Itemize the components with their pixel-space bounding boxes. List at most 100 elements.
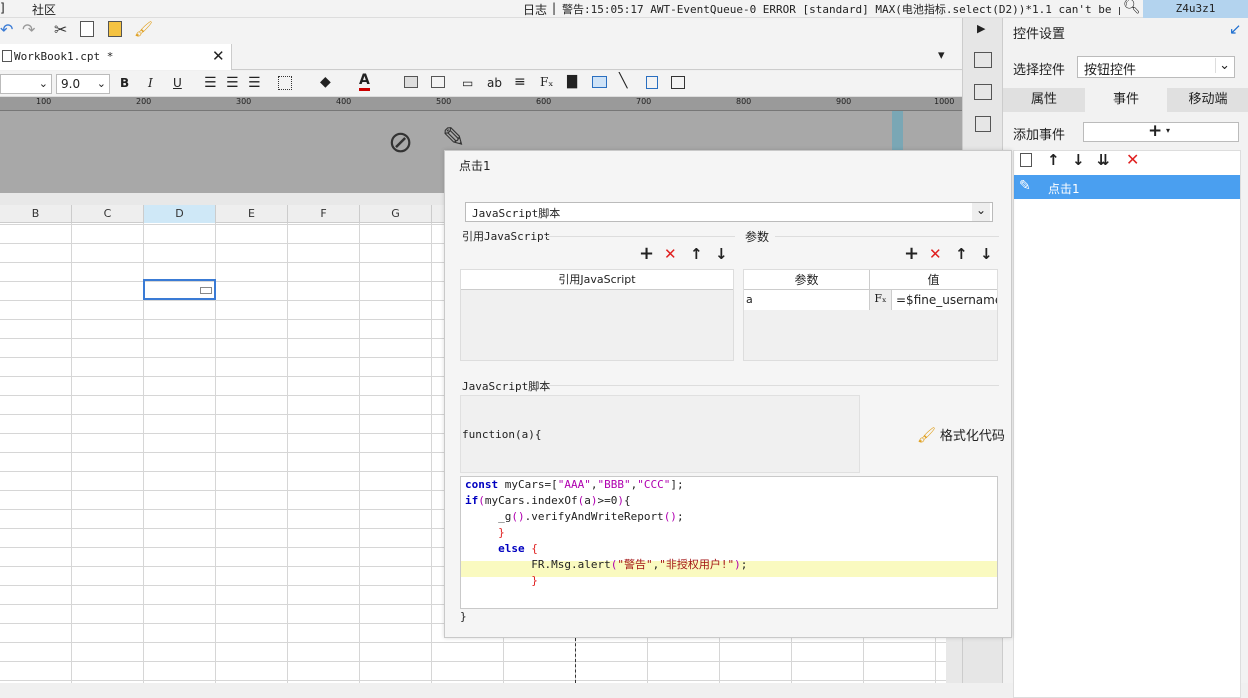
font-size-select[interactable]: 9.0 ⌄	[56, 74, 110, 94]
merge-cell-icon[interactable]	[404, 76, 418, 88]
ref-down-icon[interactable]: ↓	[715, 245, 728, 263]
slash-icon[interactable]: ╲	[619, 73, 627, 89]
function-signature-area: function(a){	[460, 395, 860, 473]
column-header[interactable]: G	[360, 205, 432, 223]
param-up-icon[interactable]: ↑	[955, 245, 968, 263]
eye-off-icon[interactable]: ⊘	[388, 125, 413, 160]
move-up-icon[interactable]: ↑	[1047, 151, 1060, 169]
menu-fragment[interactable]: ]	[0, 1, 5, 15]
function-closing: }	[460, 610, 467, 623]
column-header[interactable]: C	[72, 205, 144, 223]
widget-icon[interactable]	[646, 76, 658, 89]
dialog-title: 点击1	[459, 159, 491, 173]
param-name-header: 参数	[744, 270, 870, 290]
font-family-select[interactable]: ⌄	[0, 74, 52, 94]
delete-event-icon[interactable]: ✕	[1126, 150, 1139, 169]
event-type-select[interactable]: JavaScript脚本 ⌄	[465, 202, 993, 222]
cell-attr-icon[interactable]	[974, 52, 992, 68]
ruler-tick: 200	[136, 97, 152, 106]
text-icon[interactable]: ab	[487, 76, 502, 90]
cut-icon[interactable]: ✂	[54, 20, 67, 39]
column-header[interactable]: B	[0, 205, 72, 223]
align-left-icon[interactable]: ☰	[204, 75, 217, 91]
insert-row-icon[interactable]: ▭	[462, 76, 473, 90]
warning-message[interactable]: 警告:15:05:17 AWT-EventQueue-0 ERROR [stan…	[562, 1, 1120, 17]
code-line: }	[531, 574, 538, 587]
wrap-icon[interactable]: ≡	[514, 74, 526, 90]
format-code-label: 格式化代码	[939, 429, 1005, 444]
widget-type-select[interactable]: 按钮控件 ⌄	[1077, 56, 1235, 78]
chart-icon[interactable]: ▇	[567, 74, 577, 89]
underline-icon[interactable]: U	[173, 76, 182, 90]
formula-editor-icon[interactable]: Fₓ	[870, 290, 892, 310]
plus-icon: +	[1148, 121, 1163, 141]
formula-icon[interactable]: Fₓ	[540, 75, 553, 89]
undo-icon[interactable]: ↶	[0, 20, 13, 39]
ref-js-table: 引用JavaScript	[460, 269, 734, 361]
pin-icon[interactable]: ↙	[1229, 20, 1242, 38]
tab-menu-icon[interactable]: ▾	[938, 48, 945, 63]
move-down-icon[interactable]: ↓	[1072, 151, 1085, 169]
redo-icon[interactable]: ↷	[22, 20, 35, 39]
selected-cell[interactable]	[143, 279, 216, 300]
select-widget-label: 选择控件	[1013, 63, 1066, 78]
edit-event-icon: ✎	[1019, 178, 1031, 194]
user-badge[interactable]: Z4u3z1	[1143, 0, 1248, 18]
code-line: else {	[498, 542, 538, 555]
widget-attr-icon[interactable]	[974, 84, 992, 100]
sort-icon[interactable]: ⇊	[1097, 151, 1110, 169]
script-label: JavaScript脚本	[462, 380, 551, 393]
event-item-click1[interactable]: ✎ 点击1	[1014, 175, 1240, 199]
ref-up-icon[interactable]: ↑	[690, 245, 703, 263]
event-type-value: JavaScript脚本	[472, 207, 561, 220]
main-toolbar: ↶ ↷ ✂ 🖌︎	[0, 18, 962, 44]
paste-icon[interactable]	[108, 21, 122, 37]
font-size-value: 9.0	[61, 77, 81, 91]
border-icon[interactable]	[278, 76, 292, 90]
align-right-icon[interactable]: ☰	[248, 75, 261, 91]
add-ref-icon[interactable]: +	[639, 243, 654, 264]
add-param-icon[interactable]: +	[904, 243, 919, 264]
code-line: const myCars=["AAA","BBB","CCC"];	[465, 478, 684, 491]
add-event-button[interactable]: + ▾	[1083, 121, 1239, 142]
param-value-text: =$fine_username	[896, 293, 997, 307]
cell-element-icon[interactable]	[671, 76, 685, 89]
ruler-tick: 500	[436, 97, 452, 106]
panel-tabs: 属性 事件 移动端	[1003, 88, 1248, 112]
condition-attr-icon[interactable]	[975, 116, 991, 132]
split-cell-icon[interactable]	[431, 76, 445, 88]
format-toolbar: ⌄ 9.0 ⌄ B I U ☰ ☰ ☰ ◆ A ▭ ab ≡ Fₓ ▇ ╲	[0, 71, 962, 97]
tab-properties[interactable]: 属性	[1003, 88, 1085, 112]
tab-workbook[interactable]: WorkBook1.cpt * ✕	[0, 44, 232, 70]
ref-js-label: 引用JavaScript	[462, 230, 551, 243]
search-icon[interactable]: 🔍︎	[1123, 0, 1141, 15]
brush-icon: 🖌︎	[917, 426, 937, 444]
close-icon[interactable]: ✕	[212, 47, 225, 65]
menu-community[interactable]: 社区	[32, 1, 56, 18]
remove-ref-icon[interactable]: ✕	[664, 245, 677, 263]
image-icon[interactable]	[592, 76, 607, 88]
format-painter-icon[interactable]: 🖌︎	[134, 20, 153, 38]
param-down-icon[interactable]: ↓	[980, 245, 993, 263]
column-header[interactable]: F	[288, 205, 360, 223]
copy-icon[interactable]	[80, 21, 94, 37]
italic-icon[interactable]: I	[148, 76, 153, 90]
align-center-icon[interactable]: ☰	[226, 75, 239, 91]
remove-param-icon[interactable]: ✕	[929, 245, 942, 263]
param-name-cell[interactable]: a	[744, 290, 870, 310]
font-color-icon[interactable]: A	[359, 73, 370, 91]
bold-icon[interactable]: B	[120, 76, 129, 90]
format-code-button[interactable]: 🖌︎ 格式化代码	[917, 425, 1005, 444]
column-header[interactable]: D	[144, 205, 216, 223]
fill-color-icon[interactable]: ◆	[320, 74, 331, 90]
tab-events[interactable]: 事件	[1085, 88, 1167, 112]
log-label[interactable]: 日志	[523, 1, 547, 18]
column-header[interactable]: E	[216, 205, 288, 223]
tab-mobile[interactable]: 移动端	[1167, 88, 1248, 112]
event-editor-dialog: 点击1 JavaScript脚本 ⌄ 引用JavaScript 参数 + ✕ ↑…	[444, 150, 1012, 638]
event-list: ↑ ↓ ⇊ ✕ ✎ 点击1	[1013, 150, 1241, 698]
param-value-cell[interactable]: =$fine_username	[892, 290, 997, 310]
copy-event-icon[interactable]	[1020, 153, 1032, 167]
collapse-arrow-icon[interactable]: ▶	[977, 22, 985, 35]
code-editor[interactable]: const myCars=["AAA","BBB","CCC"]; if(myC…	[460, 476, 998, 609]
